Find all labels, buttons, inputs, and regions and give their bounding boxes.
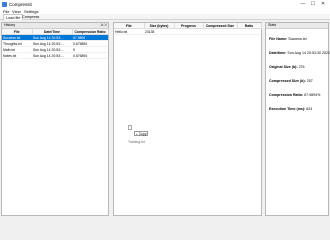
maximize-button[interactable]: ☐ bbox=[308, 1, 318, 8]
table-row[interactable]: Notes.txt Sun Aug 14 20:53:... 0.676894 bbox=[2, 52, 108, 59]
drag-copy-label: Copy bbox=[138, 131, 147, 136]
drag-file-icon bbox=[128, 125, 132, 130]
file-ratio bbox=[237, 28, 261, 35]
file-progress bbox=[174, 28, 203, 35]
stat-compressed-size: Compressed Size (b): 257 bbox=[269, 79, 313, 83]
history-ratio: 0.676894 bbox=[72, 52, 108, 59]
minimize-button[interactable]: — bbox=[298, 1, 308, 8]
window-title: Compressit bbox=[9, 2, 32, 7]
stats-panel: Stats File Name: Success.txt Date/time: … bbox=[265, 22, 330, 216]
plus-icon: + bbox=[136, 131, 138, 136]
history-table: File Date/Time Compression Ratio Success… bbox=[2, 29, 109, 59]
file-compressed bbox=[203, 28, 237, 35]
stats-panel-header: Stats bbox=[266, 23, 328, 29]
stat-file-name: File Name: Success.txt bbox=[269, 37, 307, 41]
file-size: 23135 bbox=[144, 28, 174, 35]
drag-copy-tooltip: + Copy bbox=[134, 131, 149, 136]
files-panel[interactable]: File Size (bytes) Progress Compressed Si… bbox=[113, 22, 262, 216]
close-button[interactable]: ✕ bbox=[318, 1, 328, 8]
stats-title: Stats bbox=[268, 23, 277, 27]
history-file: Notes.txt bbox=[2, 52, 32, 59]
history-title: History bbox=[4, 23, 16, 27]
dock-buttons[interactable]: ⧉ ✕ bbox=[101, 23, 107, 28]
drag-file-name: Training.txt bbox=[128, 140, 145, 144]
files-table: File Size (bytes) Progress Compressed Si… bbox=[114, 23, 262, 35]
history-panel-header: History ⧉ ✕ bbox=[2, 23, 108, 29]
stat-compression-ratio: Compression Ratio: 67.9894% bbox=[269, 93, 321, 97]
history-date: Sun Aug 14 20:53:... bbox=[32, 52, 72, 59]
history-panel: History ⧉ ✕ File Date/Time Compression R… bbox=[1, 22, 109, 216]
stat-original-size: Original Size (b): 276 bbox=[269, 65, 305, 69]
app-icon bbox=[2, 2, 7, 7]
compress-tab[interactable]: Compress bbox=[20, 14, 41, 20]
stat-execution-time: Execution Time (ms): 624 bbox=[269, 107, 313, 111]
file-name: Hello.txt bbox=[114, 28, 144, 35]
toolbar: Load file Compress bbox=[0, 14, 330, 20]
stat-datetime: Date/time: Sun Aug 14 20:53:30 2022 bbox=[269, 51, 330, 55]
title-bar: Compressit — ☐ ✕ bbox=[0, 0, 330, 9]
table-row[interactable]: Hello.txt 23135 bbox=[114, 28, 261, 35]
